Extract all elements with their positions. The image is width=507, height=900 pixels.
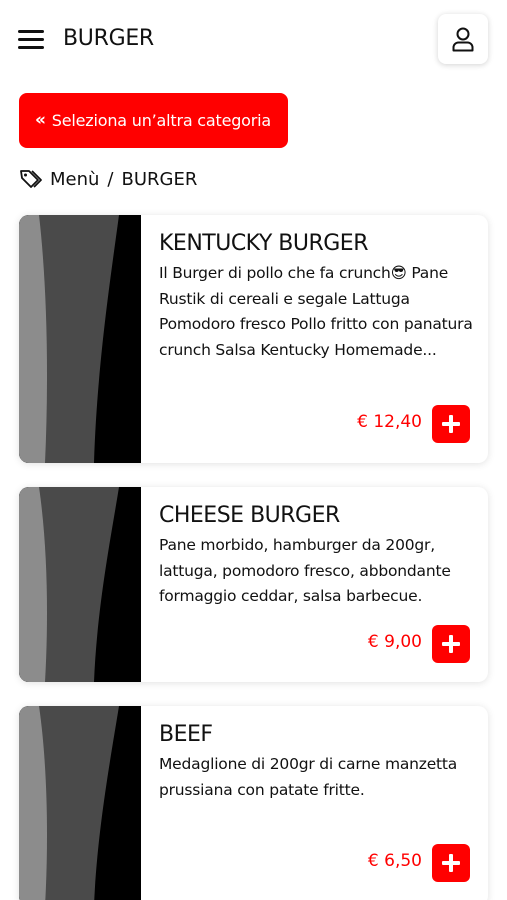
select-other-category-button[interactable]: « Seleziona un’altra categoria (19, 93, 288, 148)
product-description: Pane morbido, hamburger da 200gr, lattug… (159, 536, 451, 605)
breadcrumb-root[interactable]: Menù (50, 169, 99, 190)
product-price: € 6,50 (367, 851, 422, 871)
product-card[interactable]: CHEESE BURGER Pane morbido, hamburger da… (19, 487, 488, 682)
product-image-placeholder (19, 487, 141, 682)
breadcrumb-separator: / (107, 168, 114, 190)
user-icon (452, 27, 474, 52)
product-card[interactable]: KENTUCKY BURGER Il Burger di pollo che f… (19, 215, 488, 463)
product-card[interactable]: BEEF Medaglione di 200gr di carne manzet… (19, 706, 488, 900)
product-price: € 9,00 (367, 632, 422, 652)
double-chevron-left-icon: « (35, 110, 46, 130)
product-description: Il Burger di pollo che fa crunch😎 Pane R… (159, 264, 473, 359)
product-image-placeholder (19, 706, 141, 900)
product-image-placeholder (19, 215, 141, 463)
breadcrumb-current: BURGER (121, 168, 198, 190)
product-name: KENTUCKY BURGER (159, 231, 368, 256)
page-title: BURGER (63, 26, 154, 51)
user-account-button[interactable] (438, 14, 488, 64)
breadcrumb: Menù / BURGER (19, 168, 197, 190)
product-name: BEEF (159, 722, 213, 747)
add-to-cart-button[interactable] (432, 844, 470, 882)
app-header: BURGER (0, 0, 507, 80)
select-other-category-label: Seleziona un’altra categoria (51, 111, 272, 130)
hamburger-menu-icon[interactable] (18, 28, 44, 50)
product-description: Medaglione di 200gr di carne manzetta pr… (159, 755, 458, 799)
product-price: € 12,40 (357, 412, 422, 432)
product-name: CHEESE BURGER (159, 503, 340, 528)
add-to-cart-button[interactable] (432, 625, 470, 663)
tag-icon (20, 170, 42, 188)
add-to-cart-button[interactable] (432, 405, 470, 443)
